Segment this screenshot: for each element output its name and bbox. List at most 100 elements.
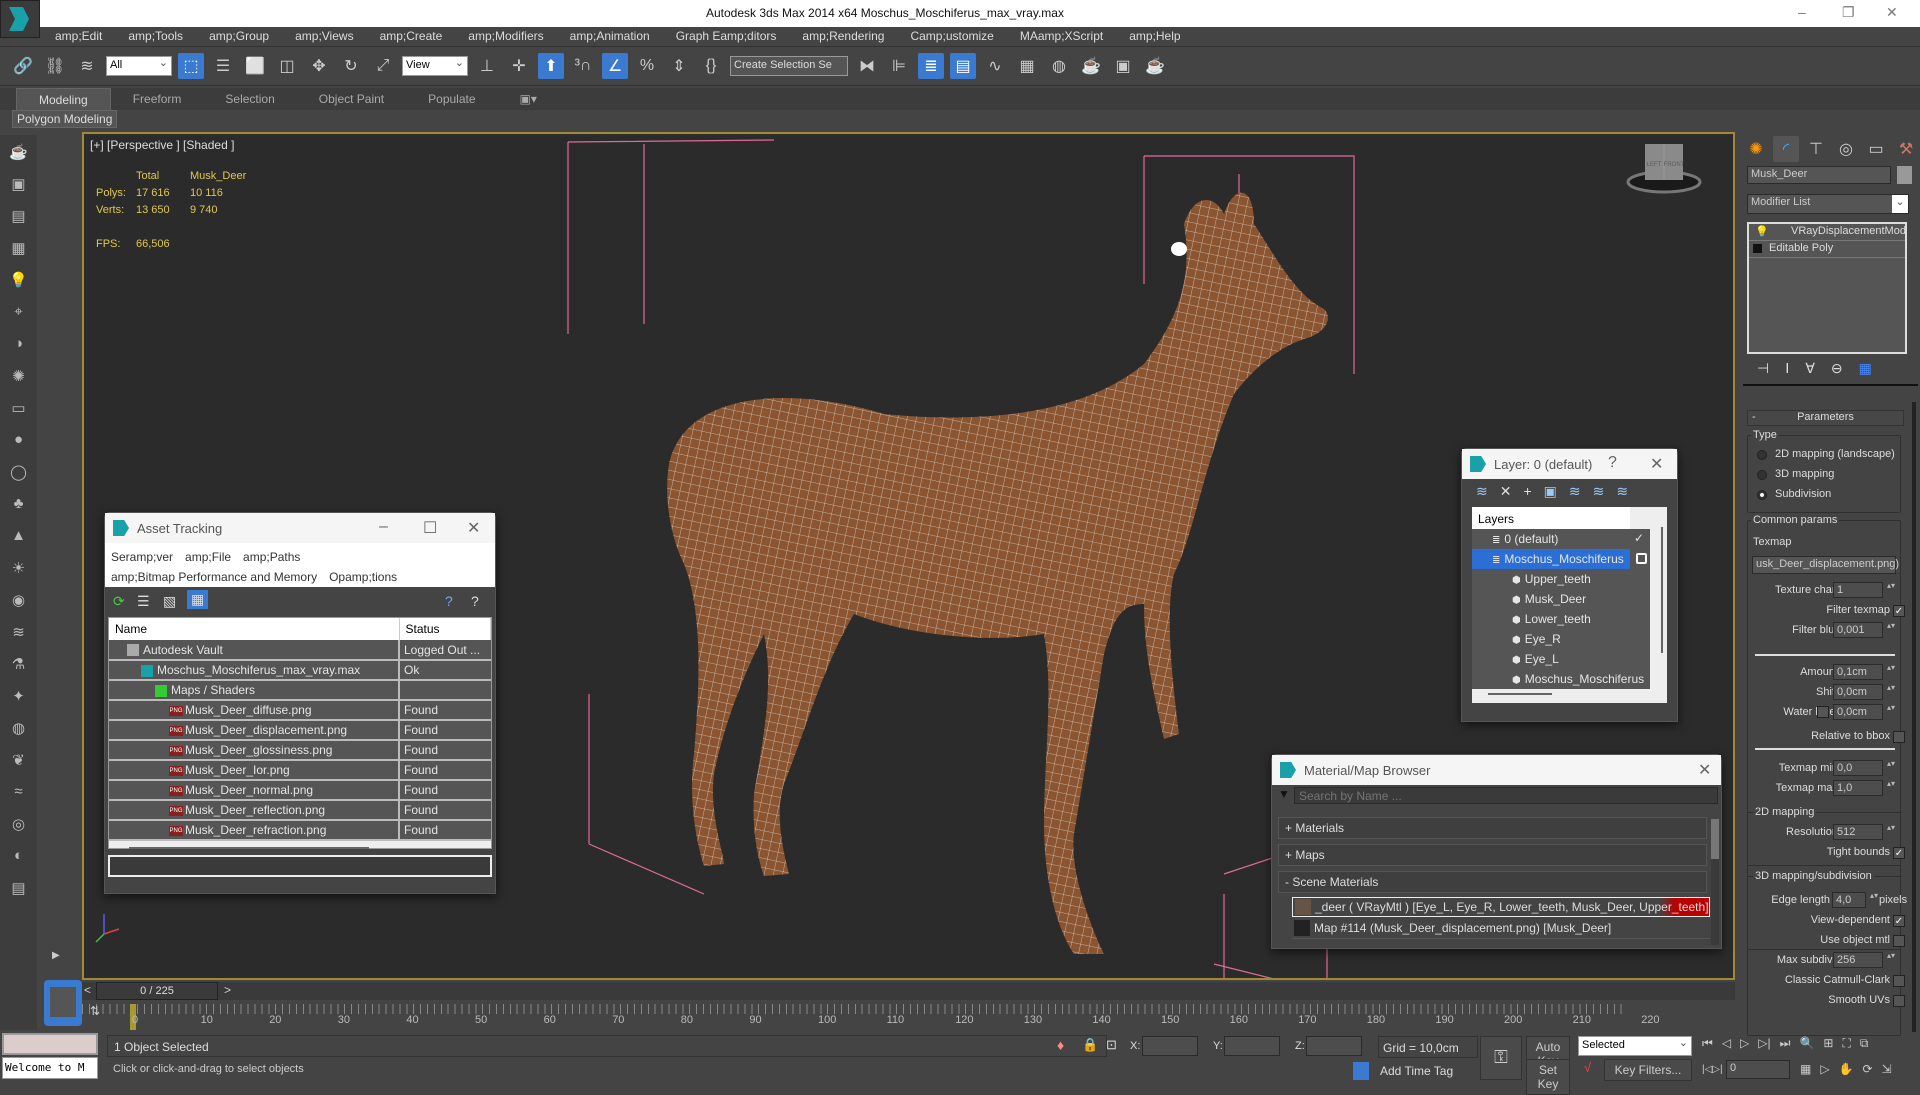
ribbon-tab[interactable]: Freeform bbox=[111, 88, 204, 110]
relative-bbox-checkbox[interactable] bbox=[1893, 731, 1905, 743]
helper-icon[interactable]: ◑ bbox=[9, 335, 29, 357]
motion-tab-icon[interactable]: ◎ bbox=[1833, 136, 1859, 162]
filter-blur-input[interactable]: 0,001 bbox=[1833, 622, 1883, 638]
material-editor-icon[interactable]: ◍ bbox=[1046, 53, 1072, 79]
light-icon[interactable]: 💡 bbox=[9, 271, 29, 293]
new-layer-icon[interactable]: ≋ bbox=[1476, 483, 1488, 507]
table-view-icon[interactable]: ▦ bbox=[187, 590, 209, 609]
time-config-icon[interactable]: ▦ bbox=[1800, 1062, 1811, 1076]
move-icon[interactable]: ✥ bbox=[306, 53, 332, 79]
lightbulb-icon[interactable]: 💡 bbox=[1755, 225, 1769, 238]
horizontal-scrollbar[interactable] bbox=[1488, 693, 1552, 695]
spinner-icon[interactable]: ▴▾ bbox=[1887, 684, 1895, 700]
key-mode-dropdown[interactable]: Selected bbox=[1578, 1036, 1692, 1056]
tight-bounds-checkbox[interactable]: ✓ bbox=[1893, 847, 1905, 859]
menu-item[interactable]: amp;Rendering bbox=[802, 27, 898, 46]
ref-coord-dropdown[interactable]: View bbox=[402, 56, 468, 76]
resolution-input[interactable]: 512 bbox=[1833, 824, 1883, 840]
menu-item[interactable]: amp;Modifiers bbox=[468, 27, 557, 46]
hierarchy-tab-icon[interactable]: ⊤ bbox=[1803, 136, 1829, 162]
spinner-icon[interactable]: ▴▾ bbox=[1887, 704, 1895, 720]
layer-item[interactable]: ⬢ Moschus_Moschiferus bbox=[1472, 669, 1650, 689]
menu-item[interactable]: Graph Eamp;ditors bbox=[676, 27, 791, 46]
texture-chan-input[interactable]: 1 bbox=[1833, 582, 1883, 598]
display-tab-icon[interactable]: ▭ bbox=[1863, 136, 1889, 162]
smooth-uvs-checkbox[interactable] bbox=[1893, 995, 1905, 1007]
asset-row[interactable]: Autodesk Vault Logged Out ... bbox=[109, 640, 491, 661]
particle-icon[interactable]: ✺ bbox=[9, 367, 29, 389]
asset-row[interactable]: PNG Musk_Deer_reflection.png Found bbox=[109, 800, 491, 821]
asset-row[interactable]: PNG Musk_Deer_normal.png Found bbox=[109, 780, 491, 801]
menu-item[interactable]: amp;Group bbox=[209, 27, 283, 46]
menu-file[interactable]: amp;File bbox=[185, 550, 231, 564]
select-by-name-icon[interactable]: ☰ bbox=[210, 53, 236, 79]
scene-explorer-icon[interactable]: ▤ bbox=[950, 53, 976, 79]
spinner-icon[interactable]: ▴▾ bbox=[1887, 760, 1895, 776]
help-icon[interactable]: ? bbox=[445, 593, 453, 609]
ribbon-tab[interactable]: Populate bbox=[406, 88, 497, 110]
layer-item[interactable]: ⬢ Lower_teeth bbox=[1472, 609, 1650, 629]
percent-snap-icon[interactable]: % bbox=[634, 53, 660, 79]
thumbnail-view-icon[interactable]: ▧ bbox=[163, 593, 176, 610]
delete-layer-icon[interactable]: ✕ bbox=[1500, 483, 1512, 507]
show-end-result-icon[interactable]: Ⅰ bbox=[1785, 360, 1789, 377]
list-icon[interactable]: ▤ bbox=[9, 207, 29, 229]
configure-sets-icon[interactable]: ▦ bbox=[1859, 360, 1872, 377]
close-button[interactable]: ✕ bbox=[1886, 4, 1898, 21]
tree-icon[interactable]: ♣ bbox=[9, 495, 29, 517]
spinner-icon[interactable]: ▴▾ bbox=[1870, 892, 1878, 908]
set-key-button[interactable]: Set Key bbox=[1526, 1059, 1570, 1095]
play-icon[interactable]: ▷ bbox=[1740, 1036, 1749, 1051]
schematic-view-icon[interactable]: ▦ bbox=[1014, 53, 1040, 79]
pivot-icon[interactable]: ⊥ bbox=[474, 53, 500, 79]
vertical-scrollbar[interactable] bbox=[1711, 819, 1719, 945]
layer-item[interactable]: ≣ Moschus_Moschiferus bbox=[1472, 549, 1647, 569]
timeline-track[interactable]: 0 10 20 30 40 50 60 70 80 90 100 110 120 130 140 150 160… bbox=[82, 1000, 1735, 1032]
x-coordinate-input[interactable] bbox=[1142, 1036, 1198, 1056]
amount-input[interactable]: 0,1cm bbox=[1833, 664, 1883, 680]
texmap-button[interactable]: usk_Deer_displacement.png) bbox=[1752, 556, 1899, 574]
app-menu-button[interactable] bbox=[0, 0, 40, 38]
globe-icon[interactable]: ◍ bbox=[9, 719, 29, 741]
maximize-viewport-icon[interactable]: ⧉ bbox=[1860, 1036, 1869, 1051]
align-icon[interactable]: ⊫ bbox=[886, 53, 912, 79]
maxscript-listener-mini[interactable] bbox=[2, 1033, 98, 1055]
menu-paths[interactable]: amp;Paths bbox=[243, 550, 300, 564]
dynamics-icon[interactable]: ⚗ bbox=[9, 655, 29, 677]
menu-item[interactable]: amp;Create bbox=[380, 27, 457, 46]
material-browser-titlebar[interactable]: Material/Map Browser ✕ bbox=[1272, 755, 1721, 785]
filter-texmap-checkbox[interactable]: ✓ bbox=[1893, 605, 1905, 617]
asset-row[interactable]: Moschus_Moschiferus_max_vray.max Ok bbox=[109, 660, 491, 681]
viewcube[interactable]: LEFT FRONT bbox=[1626, 144, 1702, 194]
vertical-scrollbar[interactable] bbox=[1661, 527, 1663, 653]
scene-map-item[interactable]: Map #114 (Musk_Deer_displacement.png) [M… bbox=[1292, 919, 1710, 939]
ribbon-tab[interactable]: Object Paint bbox=[297, 88, 406, 110]
asset-tracking-titlebar[interactable]: Asset Tracking – ☐ ✕ bbox=[105, 513, 495, 543]
ribbon-tab[interactable]: Modeling bbox=[16, 88, 111, 110]
next-key-icon[interactable]: ▷| bbox=[1758, 1036, 1770, 1051]
layer-item[interactable]: ⬢ Upper_teeth bbox=[1472, 569, 1650, 589]
spinner-icon[interactable]: ▴▾ bbox=[1887, 780, 1895, 796]
teapot-icon[interactable]: ☕ bbox=[9, 143, 29, 165]
grid-icon[interactable]: ▦ bbox=[9, 239, 29, 261]
water-level-checkbox[interactable] bbox=[1817, 706, 1829, 718]
minimize-button[interactable]: – bbox=[1798, 4, 1806, 20]
water-level-input[interactable]: 0,0cm bbox=[1833, 704, 1883, 720]
hide-toggle-checkbox[interactable] bbox=[1636, 553, 1647, 564]
asset-row[interactable]: Maps / Shaders bbox=[109, 680, 491, 701]
asset-row[interactable]: PNG Musk_Deer_glossiness.png Found bbox=[109, 740, 491, 761]
z-coordinate-input[interactable] bbox=[1306, 1036, 1362, 1056]
texmap-max-input[interactable]: 1,0 bbox=[1833, 780, 1883, 796]
material-icon[interactable]: ◉ bbox=[9, 591, 29, 613]
y-coordinate-input[interactable] bbox=[1224, 1036, 1280, 1056]
spinner-icon[interactable]: ▴▾ bbox=[1887, 582, 1895, 598]
ribbon-options-icon[interactable]: ▣▾ bbox=[498, 88, 559, 110]
time-slider-handle[interactable]: 0 / 225 bbox=[96, 982, 218, 1000]
create-tab-icon[interactable]: ✺ bbox=[1743, 136, 1769, 162]
browser-options-icon[interactable]: ▼ bbox=[1278, 787, 1290, 801]
bind-spacewarp-icon[interactable]: ≋ bbox=[74, 53, 100, 79]
menu-server[interactable]: Seramp;ver bbox=[111, 550, 173, 564]
add-time-tag-button[interactable]: Add Time Tag bbox=[1380, 1064, 1453, 1078]
current-layer-check-icon[interactable]: ✓ bbox=[1634, 531, 1644, 545]
column-name[interactable]: Name bbox=[109, 618, 400, 640]
